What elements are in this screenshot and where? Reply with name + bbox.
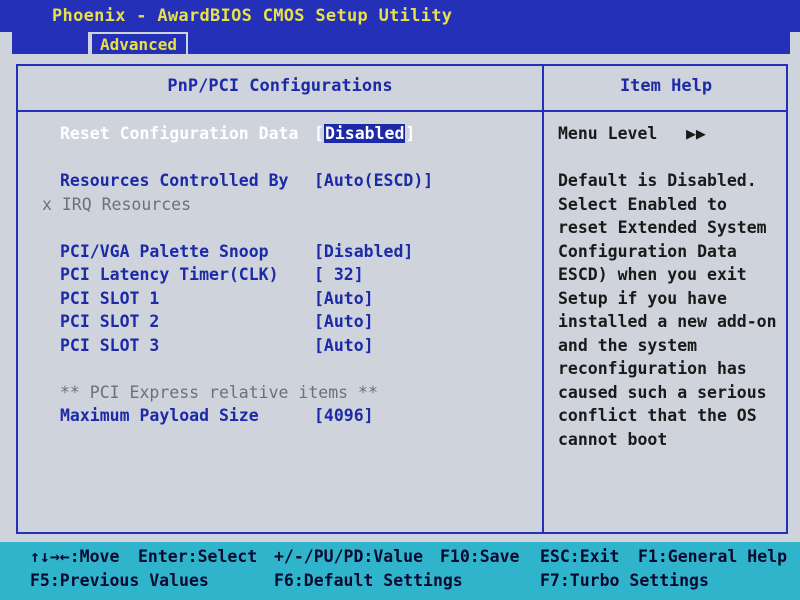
item-label: PCI SLOT 3: [60, 336, 160, 355]
item-value[interactable]: [Disabled]: [314, 242, 413, 261]
bracket-close: ]: [405, 124, 416, 143]
key-hint-move: ↑↓→←:Move: [30, 547, 120, 566]
help-text-line: and the system: [558, 336, 698, 355]
key-hint-save: F10:Save: [440, 547, 520, 566]
help-text-line: Setup if you have: [558, 289, 727, 308]
item-value[interactable]: [ 32]: [314, 265, 364, 284]
item-value[interactable]: [Auto]: [314, 336, 374, 355]
item-label: Maximum Payload Size: [60, 406, 259, 425]
help-text-line: installed a new add-on: [558, 312, 777, 331]
title-bar: Phoenix - AwardBIOS CMOS Setup Utility: [0, 0, 800, 32]
help-text-line: ESCD) when you exit: [558, 265, 747, 284]
help-text-line: Default is Disabled.: [558, 171, 757, 190]
app-title: Phoenix - AwardBIOS CMOS Setup Utility: [52, 6, 453, 26]
item-pci-slot-1[interactable]: PCI SLOT 1 [Auto]: [60, 289, 530, 311]
double-arrow-icon: ▶▶: [686, 124, 706, 143]
key-hint-exit: ESC:Exit: [540, 547, 620, 566]
item-label: x IRQ Resources: [42, 195, 192, 214]
help-text-line: cannot boot: [558, 430, 668, 449]
help-text-line: Select Enabled to: [558, 195, 727, 214]
item-label: ** PCI Express relative items **: [60, 383, 378, 402]
item-value[interactable]: [Auto]: [314, 312, 374, 331]
key-hint-turbo-settings: F7:Turbo Settings: [540, 571, 709, 590]
help-text-line: caused such a serious: [558, 383, 767, 402]
item-label: PCI/VGA Palette Snoop: [60, 242, 269, 261]
bios-screen: Phoenix - AwardBIOS CMOS Setup Utility A…: [0, 0, 800, 600]
item-label: PCI Latency Timer(CLK): [60, 265, 279, 284]
selected-value[interactable]: Disabled: [323, 124, 406, 143]
item-label: Resources Controlled By: [60, 171, 289, 190]
help-text-line: reconfiguration has: [558, 359, 747, 378]
help-text-line: Configuration Data: [558, 242, 737, 261]
item-value[interactable]: [4096]: [314, 406, 374, 425]
help-text-line: reset Extended System: [558, 218, 767, 237]
item-help-title: Item Help: [619, 76, 713, 96]
item-resources-controlled-by[interactable]: Resources Controlled By [Auto(ESCD)]: [60, 171, 530, 193]
item-pci-slot-2[interactable]: PCI SLOT 2 [Auto]: [60, 312, 530, 334]
panel-divider-horizontal: [16, 110, 788, 112]
key-hint-value: +/-/PU/PD:Value: [274, 547, 424, 566]
item-label: PCI SLOT 2: [60, 312, 160, 331]
item-value[interactable]: [Disabled]: [314, 124, 415, 143]
item-pci-slot-3[interactable]: PCI SLOT 3 [Auto]: [60, 336, 530, 358]
key-hint-general-help: F1:General Help: [638, 547, 788, 566]
menu-level: Menu Level ▶▶: [558, 124, 706, 143]
item-value[interactable]: [Auto(ESCD)]: [314, 171, 433, 190]
item-label: Reset Configuration Data: [60, 124, 299, 143]
bracket-open: [: [314, 124, 324, 143]
item-reset-configuration-data[interactable]: Reset Configuration Data [Disabled]: [60, 124, 530, 146]
menu-level-label: Menu Level: [558, 124, 658, 143]
pci-express-section-label: ** PCI Express relative items **: [60, 383, 530, 405]
help-text-line: conflict that the OS: [558, 406, 757, 425]
item-maximum-payload-size[interactable]: Maximum Payload Size [4096]: [60, 406, 530, 428]
key-help-footer: ↑↓→←:Move Enter:Select +/-/PU/PD:Value F…: [0, 542, 800, 600]
item-value[interactable]: [Auto]: [314, 289, 374, 308]
item-label: PCI SLOT 1: [60, 289, 160, 308]
key-hint-previous-values: F5:Previous Values: [30, 571, 209, 590]
item-pci-vga-palette-snoop[interactable]: PCI/VGA Palette Snoop [Disabled]: [60, 242, 530, 264]
key-hint-default-settings: F6:Default Settings: [274, 571, 463, 590]
key-hint-select: Enter:Select: [138, 547, 258, 566]
panel-divider-vertical: [542, 64, 544, 534]
item-pci-latency-timer[interactable]: PCI Latency Timer(CLK) [ 32]: [60, 265, 530, 287]
section-title: PnP/PCI Configurations: [167, 76, 393, 96]
tab-advanced[interactable]: Advanced: [92, 32, 186, 54]
item-irq-resources: x IRQ Resources: [42, 195, 512, 217]
